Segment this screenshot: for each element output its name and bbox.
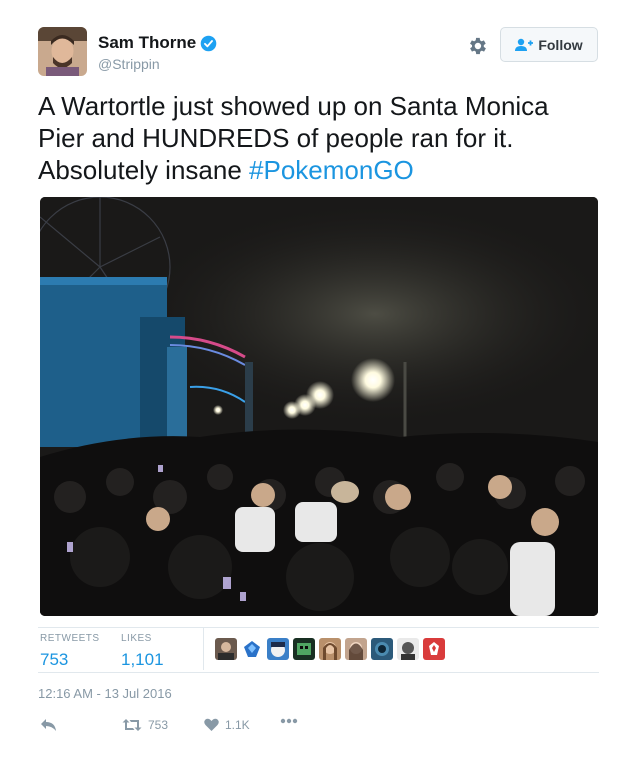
tweet-timestamp[interactable]: 12:16 AM - 13 Jul 2016	[38, 686, 172, 701]
retweets-value: 753	[40, 650, 69, 669]
author-display-name[interactable]: Sam Thorne	[98, 33, 196, 53]
verified-badge-icon	[200, 35, 217, 51]
author-handle[interactable]: @Strippin	[98, 56, 160, 72]
liker-avatar[interactable]	[267, 638, 289, 660]
liker-avatar[interactable]	[345, 638, 367, 660]
add-user-icon	[515, 38, 534, 51]
author-avatar[interactable]	[38, 27, 87, 76]
likes-value: 1,101	[121, 650, 164, 669]
retweets-label: RETWEETS	[40, 633, 100, 644]
follow-button[interactable]: Follow	[500, 27, 598, 62]
retweet-count: 753	[148, 718, 169, 732]
liker-avatar[interactable]	[397, 638, 419, 660]
like-button[interactable]: 1.1K	[204, 718, 250, 732]
reply-icon	[41, 719, 56, 731]
retweet-button[interactable]: 753	[122, 718, 168, 732]
stats-separator	[203, 628, 204, 670]
tweet-text: A Wartortle just showed up on Santa Moni…	[38, 90, 598, 186]
liker-avatar[interactable]	[293, 638, 315, 660]
reply-button[interactable]	[40, 718, 57, 732]
liker-avatar[interactable]	[371, 638, 393, 660]
author-name-row[interactable]: Sam Thorne	[98, 33, 217, 53]
liker-avatar[interactable]	[215, 638, 237, 660]
like-count: 1.1K	[225, 718, 250, 732]
tweet-photo[interactable]	[40, 197, 598, 616]
liker-avatar[interactable]	[319, 638, 341, 660]
more-icon	[280, 718, 298, 724]
liker-avatars	[215, 638, 449, 660]
retweets-stat[interactable]: RETWEETS 753	[40, 633, 100, 670]
liker-avatar[interactable]	[241, 638, 263, 660]
bottom-divider	[38, 672, 599, 673]
liker-avatar[interactable]	[423, 638, 445, 660]
heart-icon	[204, 718, 219, 731]
top-divider	[38, 627, 599, 628]
likes-label: LIKES	[121, 633, 152, 644]
hashtag-link[interactable]: #PokemonGO	[249, 155, 414, 185]
follow-label: Follow	[538, 36, 583, 53]
retweet-icon	[122, 719, 142, 731]
gear-icon[interactable]	[466, 35, 488, 57]
likes-stat[interactable]: LIKES 1,101	[121, 633, 164, 670]
more-button[interactable]	[280, 718, 298, 724]
